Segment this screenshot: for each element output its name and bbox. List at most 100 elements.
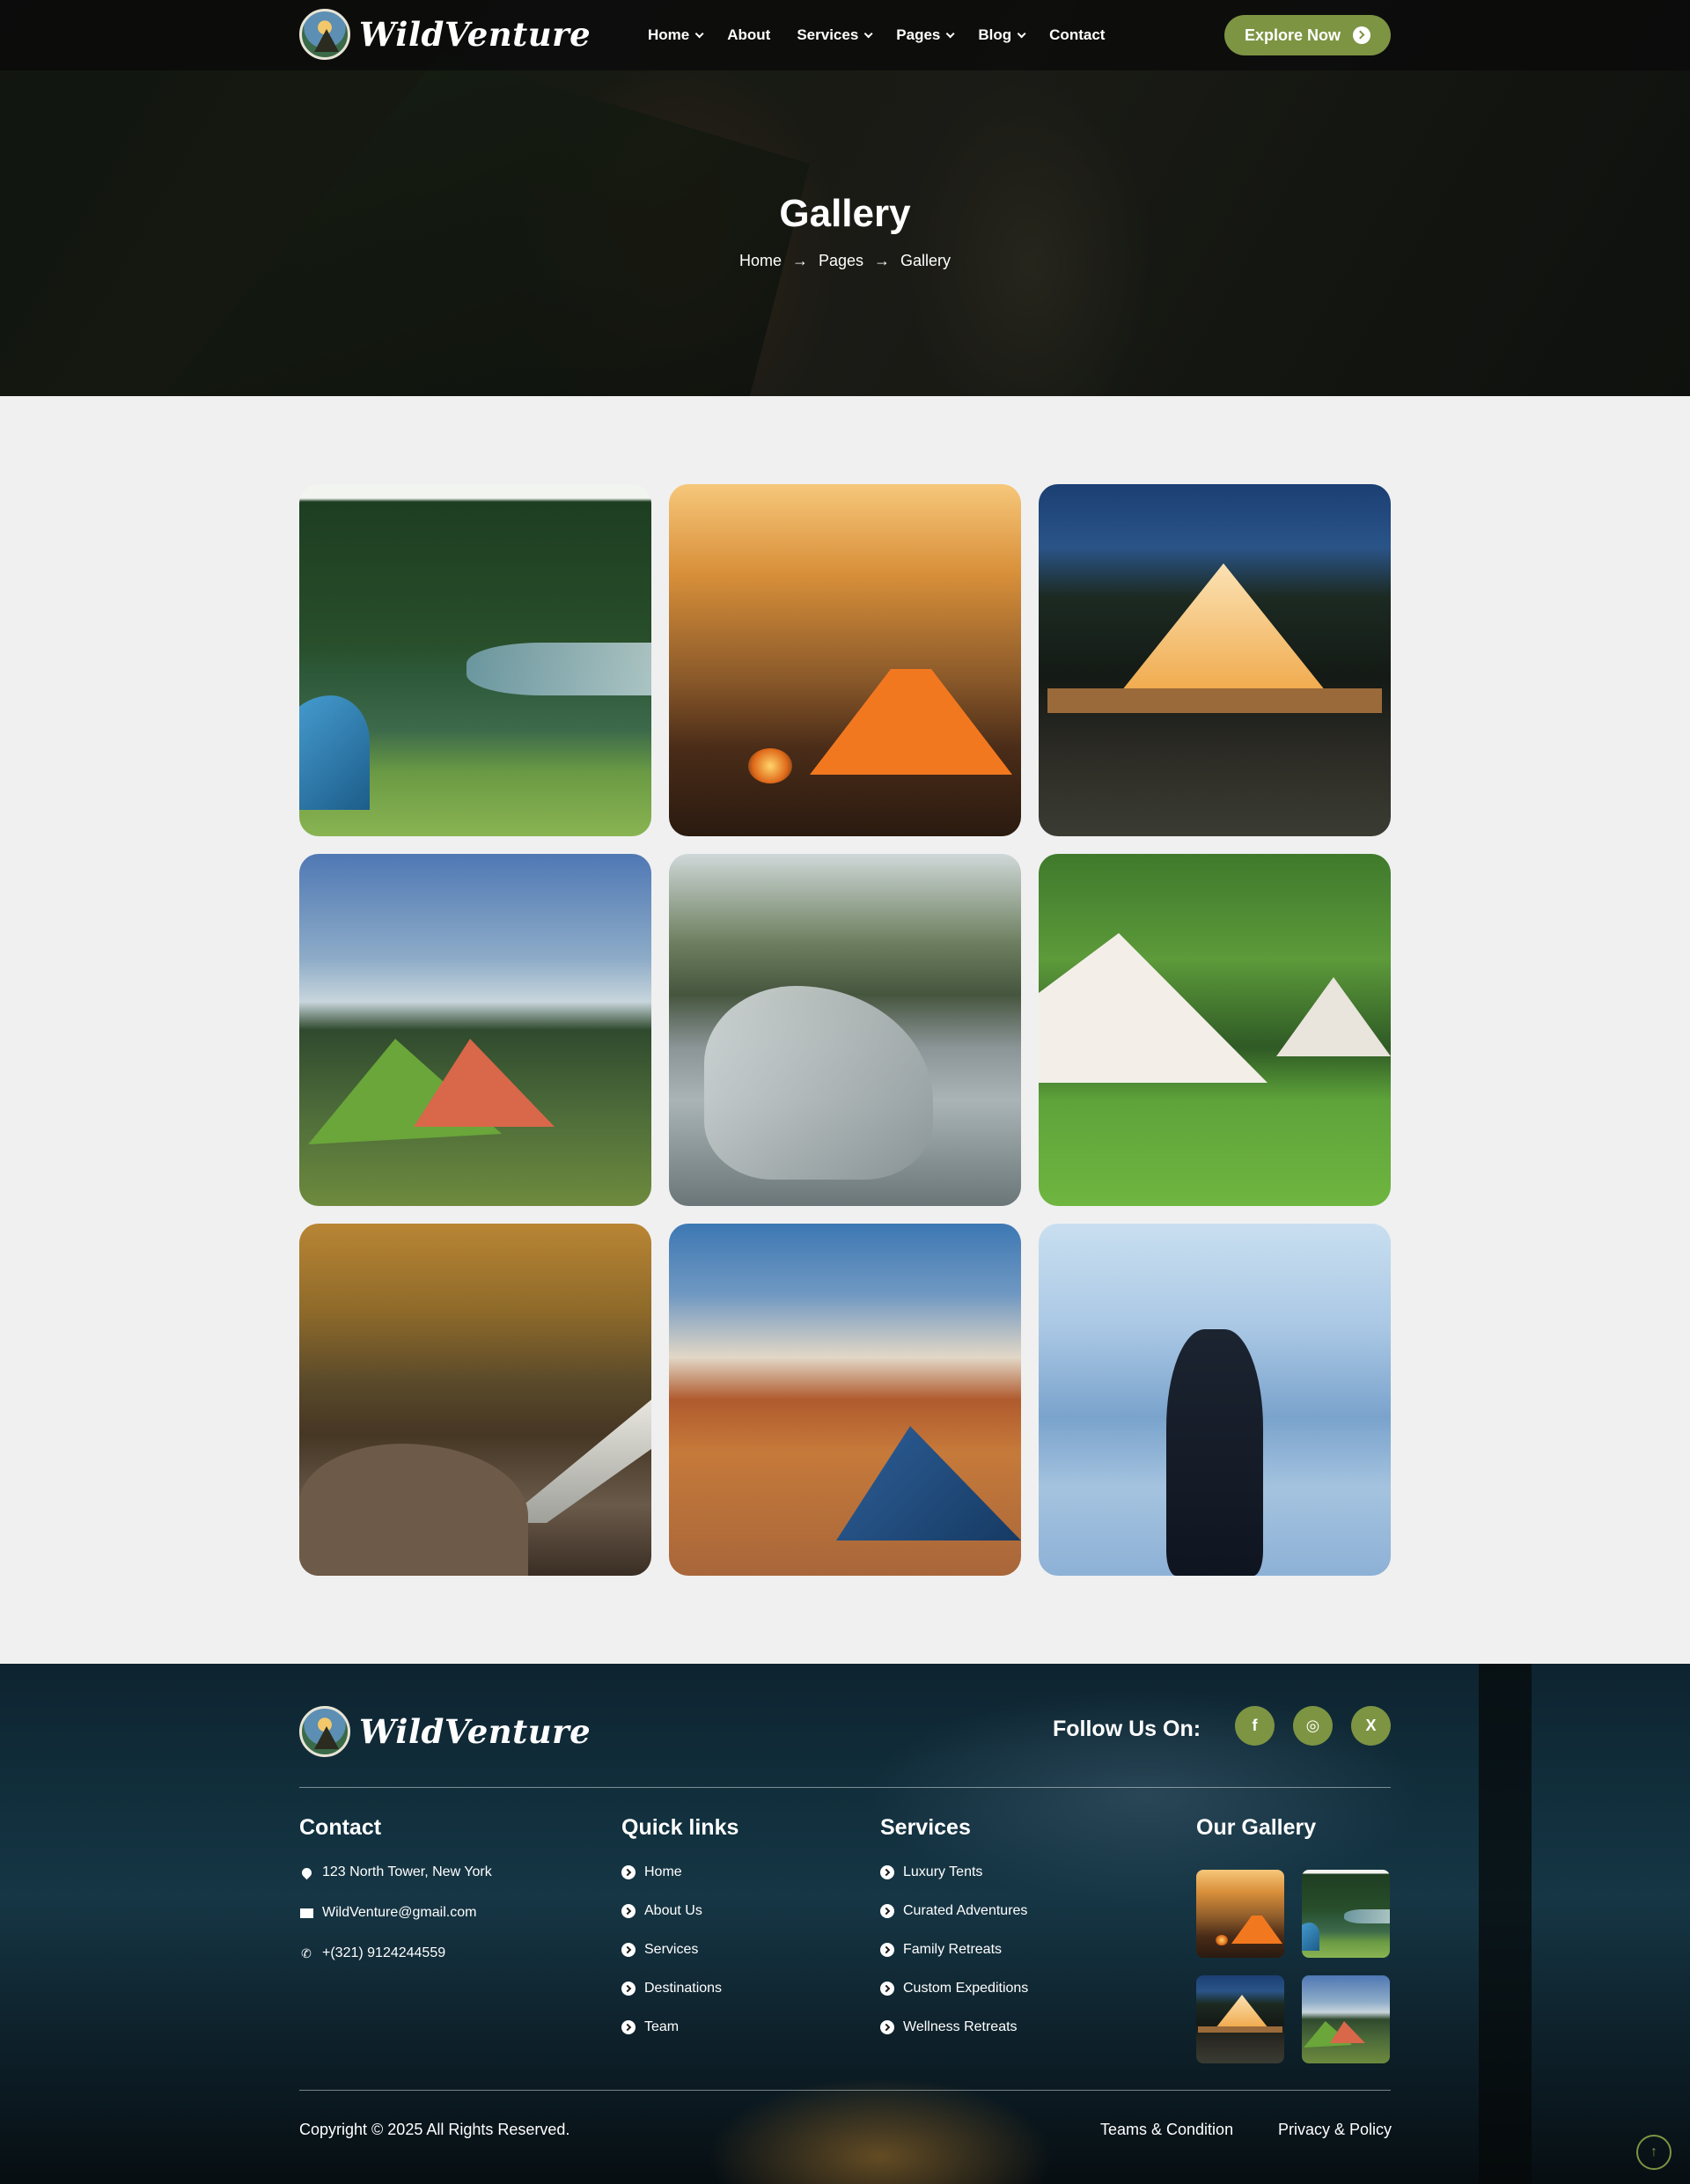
page-title: Gallery [779, 192, 911, 235]
service-link-luxury-tents[interactable]: Luxury Tents [880, 1864, 1028, 1880]
top-navbar: WildVenture Home About Services Pages Bl… [0, 0, 1690, 70]
logo-text: WildVenture [359, 1712, 592, 1751]
nav-item-pages[interactable]: Pages [896, 26, 955, 44]
service-link-label: Wellness Retreats [903, 2019, 1018, 2034]
header-logo[interactable]: WildVenture [299, 9, 591, 60]
location-pin-icon [299, 1865, 313, 1879]
service-link-family-retreats[interactable]: Family Retreats [880, 1942, 1028, 1958]
footer-tree-silhouette [1479, 1664, 1532, 2184]
quick-link-team[interactable]: Team [621, 2019, 722, 2035]
quick-link-home[interactable]: Home [621, 1864, 722, 1880]
services-title: Services [880, 1815, 971, 1840]
footer-thumb-campfire-tent[interactable] [1196, 1870, 1284, 1958]
nav-item-label: Contact [1049, 26, 1106, 43]
footer-thumb-glamping-tent[interactable] [1196, 1975, 1284, 2063]
nav-item-home[interactable]: Home [648, 26, 704, 44]
arrow-right-circle-icon [621, 1865, 636, 1879]
quick-links-title: Quick links [621, 1815, 739, 1840]
gallery-image-glamping-tent[interactable] [1039, 484, 1391, 836]
our-gallery-title: Our Gallery [1196, 1815, 1317, 1840]
breadcrumb: Home → Pages → Gallery [0, 252, 1690, 270]
arrow-right-circle-icon [621, 1982, 636, 1996]
service-link-label: Curated Adventures [903, 1903, 1028, 1918]
arrow-right-circle-icon [880, 1982, 894, 1996]
arrow-right-circle-icon [880, 1904, 894, 1918]
hero-banner: WildVenture Home About Services Pages Bl… [0, 0, 1690, 396]
breadcrumb-current: Gallery [900, 252, 952, 269]
footer-thumb-lake-camping[interactable] [1302, 1870, 1390, 1958]
nav-item-label: Home [648, 26, 690, 43]
quick-link-label: Services [644, 1942, 699, 1957]
nav-item-contact[interactable]: Contact [1049, 26, 1105, 44]
follow-us-label: Follow Us On: [1053, 1717, 1201, 1741]
gallery-image-lake-camping[interactable] [299, 484, 651, 836]
contact-phone[interactable]: ✆ +(321) 9124244559 [299, 1945, 492, 1961]
service-link-label: Family Retreats [903, 1942, 1003, 1957]
scroll-to-top-button[interactable]: ↑ [1636, 2135, 1672, 2170]
chevron-down-icon [863, 28, 873, 38]
logo-badge-icon [299, 1706, 350, 1757]
footer-logo[interactable]: WildVenture [299, 1706, 591, 1757]
chevron-down-icon [694, 28, 704, 38]
nav-item-about[interactable]: About [727, 26, 770, 44]
gallery-image-desert-tent[interactable] [669, 1224, 1021, 1576]
privacy-link[interactable]: Privacy & Policy [1278, 2121, 1392, 2139]
arrow-right-circle-icon [621, 1943, 636, 1957]
x-icon[interactable]: X [1351, 1706, 1391, 1746]
quick-link-label: Team [644, 2019, 680, 2034]
nav-item-label: Blog [978, 26, 1012, 43]
quick-links-list: Home About Us Services Destinations Team [621, 1864, 722, 2058]
gallery-image-mountain-tents[interactable] [299, 854, 651, 1206]
service-link-wellness-retreats[interactable]: Wellness Retreats [880, 2019, 1028, 2035]
gallery-grid [299, 484, 1391, 1576]
contact-email[interactable]: WildVenture@gmail.com [299, 1905, 492, 1921]
instagram-icon[interactable]: ◎ [1293, 1706, 1333, 1746]
breadcrumb-pages[interactable]: Pages [819, 252, 863, 270]
arrow-right-circle-icon [1353, 26, 1371, 44]
quick-link-destinations[interactable]: Destinations [621, 1981, 722, 1996]
footer-divider-top [299, 1787, 1391, 1788]
breadcrumb-home[interactable]: Home [739, 252, 782, 270]
contact-email-text: WildVenture@gmail.com [322, 1905, 477, 1920]
service-link-label: Custom Expeditions [903, 1981, 1029, 1996]
site-footer: WildVenture Follow Us On: f ◎ X Contact … [0, 1664, 1690, 2184]
gallery-image-backpacker[interactable] [1039, 1224, 1391, 1576]
contact-title: Contact [299, 1815, 382, 1840]
nav-item-label: Pages [896, 26, 941, 43]
arrow-up-icon: ↑ [1650, 2144, 1657, 2159]
arrow-right-circle-icon [880, 1943, 894, 1957]
facebook-icon[interactable]: f [1235, 1706, 1275, 1746]
quick-link-services[interactable]: Services [621, 1942, 722, 1958]
terms-link[interactable]: Teams & Condition [1100, 2121, 1233, 2139]
gallery-image-waterfall[interactable] [299, 1224, 651, 1576]
copyright-text: Copyright © 2025 All Rights Reserved. [299, 2121, 570, 2138]
arrow-right-circle-icon [880, 2020, 894, 2034]
nav-item-blog[interactable]: Blog [978, 26, 1026, 44]
gallery-image-bell-tents[interactable] [1039, 854, 1391, 1206]
service-link-label: Luxury Tents [903, 1864, 983, 1879]
main-nav: Home About Services Pages Blog Contact [648, 0, 1105, 70]
gallery-image-campfire-tent[interactable] [669, 484, 1021, 836]
arrow-right-icon: → [791, 252, 808, 269]
services-list: Luxury Tents Curated Adventures Family R… [880, 1864, 1028, 2058]
service-link-custom-expeditions[interactable]: Custom Expeditions [880, 1981, 1028, 1996]
footer-thumb-mountain-tents[interactable] [1302, 1975, 1390, 2063]
nav-item-services[interactable]: Services [797, 26, 873, 44]
logo-text: WildVenture [359, 15, 592, 54]
nav-item-label: About [727, 26, 771, 43]
nav-item-label: Services [797, 26, 859, 43]
contact-list: 123 North Tower, New York WildVenture@gm… [299, 1864, 492, 1986]
gallery-image-river-hikers[interactable] [669, 854, 1021, 1206]
quick-link-label: Destinations [644, 1981, 723, 1996]
chevron-down-icon [1017, 28, 1026, 38]
chevron-down-icon [946, 28, 955, 38]
contact-address-text: 123 North Tower, New York [322, 1864, 492, 1879]
explore-now-label: Explore Now [1244, 26, 1341, 44]
contact-address: 123 North Tower, New York [299, 1864, 492, 1880]
footer-divider-bottom [299, 2090, 1391, 2091]
quick-link-label: Home [644, 1864, 682, 1879]
service-link-curated-adventures[interactable]: Curated Adventures [880, 1903, 1028, 1919]
quick-link-about-us[interactable]: About Us [621, 1903, 722, 1919]
contact-phone-text: +(321) 9124244559 [322, 1945, 446, 1960]
explore-now-button[interactable]: Explore Now [1224, 15, 1391, 55]
